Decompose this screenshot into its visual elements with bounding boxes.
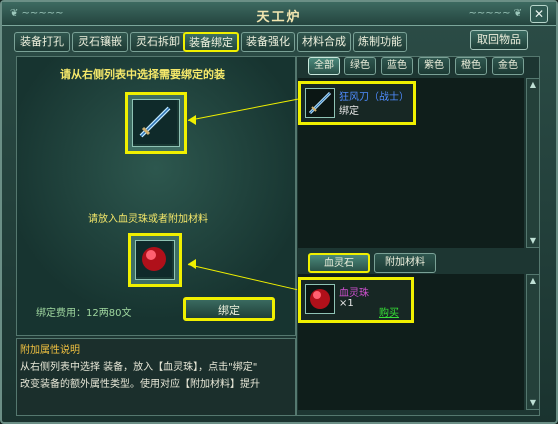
filter-green[interactable]: 绿色 — [344, 57, 376, 75]
equipment-list-item[interactable]: 狂风刀（战士） 绑定 — [298, 81, 416, 125]
scroll-down-icon[interactable]: ▼ — [528, 236, 538, 246]
tab-blood-stone[interactable]: 血灵石 — [308, 253, 370, 273]
scroll-up-icon[interactable]: ▲ — [528, 80, 538, 90]
tab-stone-remove[interactable]: 灵石拆卸 — [130, 32, 186, 52]
arrowhead-material-icon — [188, 259, 196, 269]
filter-all[interactable]: 全部 — [308, 57, 340, 75]
equipment-slot[interactable] — [125, 92, 187, 154]
bind-fee: 绑定费用：12两80文 — [36, 308, 132, 319]
equipment-scrollbar[interactable]: ▲ ▼ — [526, 78, 540, 248]
filter-gold[interactable]: 金色 — [492, 57, 524, 75]
blade-icon — [133, 100, 177, 144]
material-scrollbar[interactable]: ▲ ▼ — [526, 274, 540, 410]
material-slot[interactable] — [128, 233, 182, 287]
filter-purple[interactable]: 紫色 — [418, 57, 450, 75]
equipment-bind-status: 绑定 — [339, 106, 359, 117]
title-ornament-right: ~~~~~ ❦ — [468, 8, 522, 19]
red-orb-icon — [310, 289, 330, 309]
description-line-1: 从右侧列表中选择 装备，放入【血灵珠】，点击"绑定" — [20, 362, 258, 373]
buy-link[interactable]: 购买 — [379, 304, 399, 319]
material-hint: 请放入血灵珠或者附加材料 — [88, 214, 208, 225]
tab-extra-material[interactable]: 附加材料 — [374, 253, 436, 273]
tab-equip-punch[interactable]: 装备打孔 — [14, 32, 70, 52]
red-orb-icon — [136, 241, 172, 277]
filter-blue[interactable]: 蓝色 — [381, 57, 413, 75]
select-equipment-instruction: 请从右侧列表中选择需要绑定的装 — [60, 68, 225, 81]
tab-material-combine[interactable]: 材料合成 — [297, 32, 351, 52]
material-name: 血灵珠 — [339, 288, 369, 299]
tab-equip-enhance[interactable]: 装备强化 — [241, 32, 295, 52]
material-count: ×1 — [339, 298, 354, 309]
scroll-up-icon[interactable]: ▲ — [528, 276, 538, 286]
tab-refine[interactable]: 炼制功能 — [353, 32, 407, 52]
material-list-item[interactable]: 血灵珠 ×1 购买 — [298, 277, 414, 323]
equipment-name: 狂风刀（战士） — [339, 92, 409, 103]
description-line-2: 改变装备的额外属性类型。使用对应【附加材料】提升 — [20, 379, 260, 390]
tab-equip-bind[interactable]: 装备绑定 — [183, 32, 239, 52]
arrowhead-equipment-icon — [188, 115, 196, 125]
title-bar[interactable]: ❦ ~~~~~ 天工炉 ~~~~~ ❦ ✕ — [2, 2, 556, 26]
bind-button[interactable]: 绑定 — [183, 297, 275, 321]
filter-orange[interactable]: 橙色 — [455, 57, 487, 75]
scroll-down-icon[interactable]: ▼ — [528, 398, 538, 408]
retrieve-items-button[interactable]: 取回物品 — [470, 30, 528, 50]
description-title: 附加属性说明 — [20, 345, 80, 356]
tab-stone-inlay[interactable]: 灵石镶嵌 — [72, 32, 128, 52]
blade-icon — [308, 91, 332, 115]
close-button[interactable]: ✕ — [530, 5, 548, 23]
